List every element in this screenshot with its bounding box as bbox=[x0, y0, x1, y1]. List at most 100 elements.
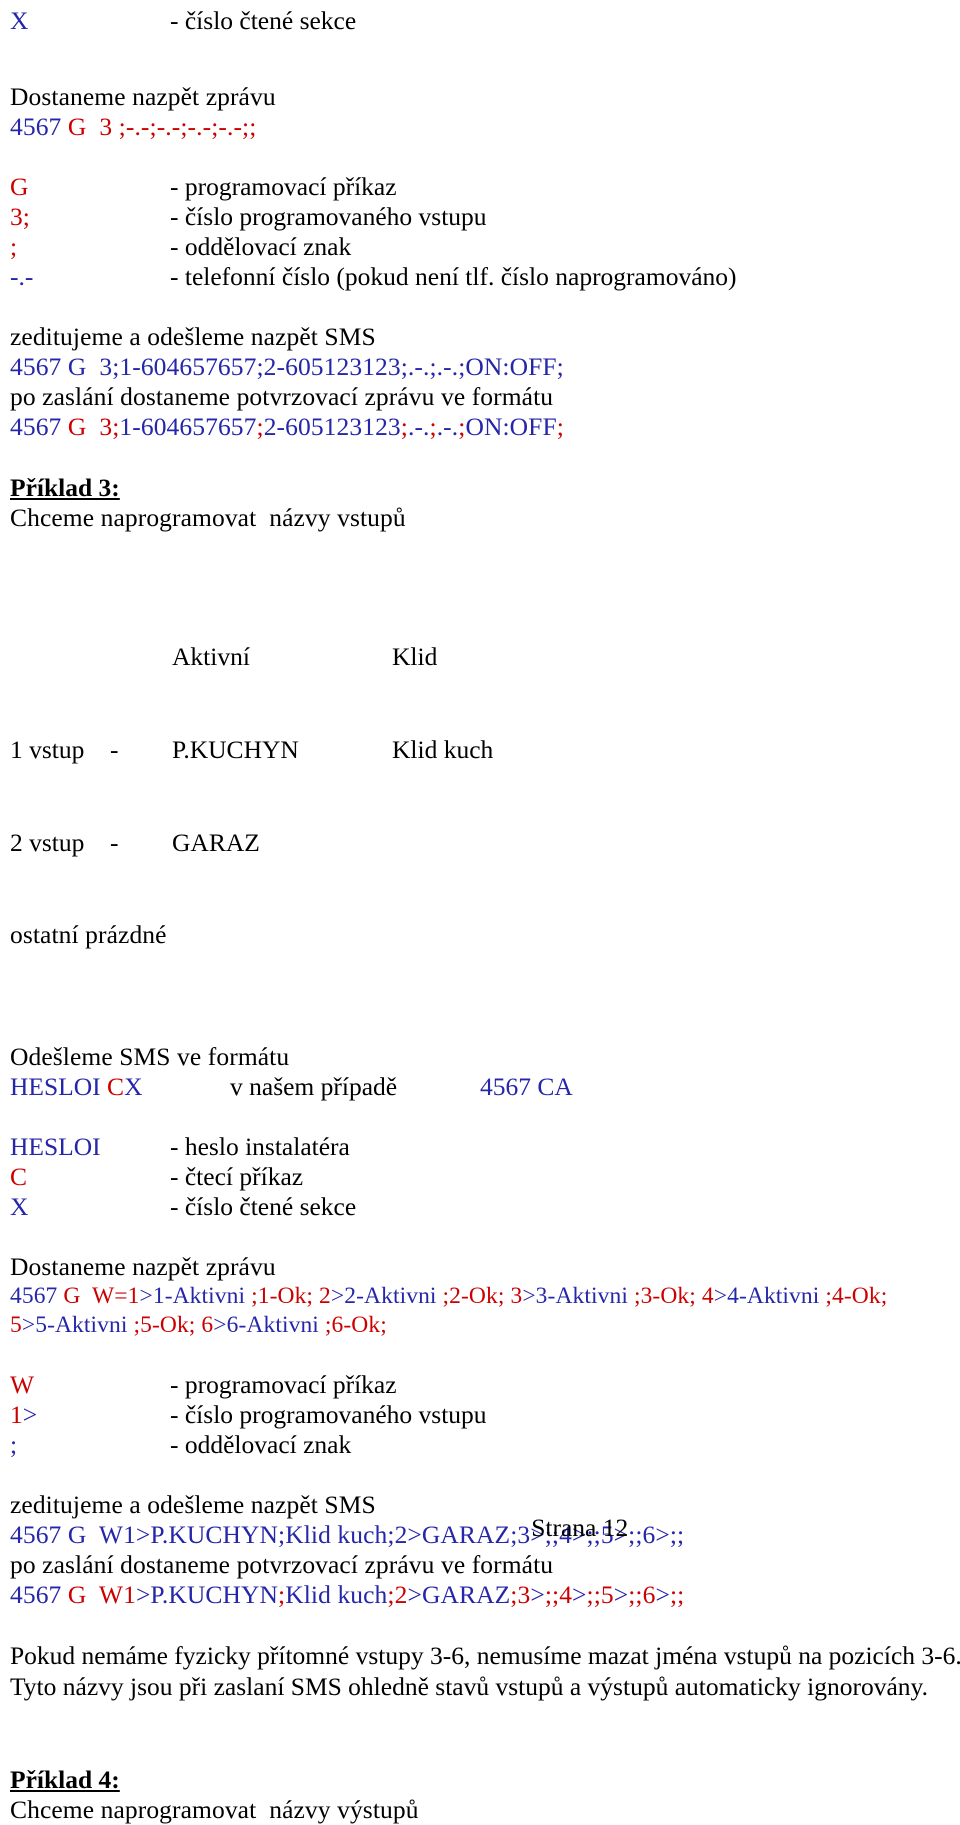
reply2b-gt-5: >5-Aktivni bbox=[21, 1312, 134, 1338]
reply2b-sep-6: ;6-Ok; bbox=[324, 1312, 387, 1338]
c2-s4: ;; bbox=[544, 1580, 560, 1609]
reply2-sep-1: ;1-Ok; bbox=[251, 1283, 320, 1309]
send-format-example: 4567 CA bbox=[480, 1072, 573, 1101]
note-line-2: Tyto názvy jsou při zaslaní SMS ohledně … bbox=[10, 1672, 928, 1701]
example3-heading: Příklad 3: bbox=[10, 473, 120, 502]
legend-desc-heslo: - heslo instalatéra bbox=[170, 1132, 350, 1161]
edit-sms-1: 4567 G 3;1-604657657;2-605123123;.-.;.-.… bbox=[10, 352, 564, 381]
send-format-row: HESLOI CX v našem případě 4567 CA bbox=[10, 1072, 954, 1102]
table-cell-dash: - bbox=[110, 735, 119, 764]
example3-subtitle: Chceme naprogramovat názvy vstupů bbox=[10, 503, 406, 532]
confirm-body-2: 2-605123123 bbox=[263, 412, 401, 441]
reply2-w: W=1 bbox=[92, 1283, 140, 1309]
c2-s7: ;; bbox=[669, 1580, 685, 1609]
send-section: X bbox=[124, 1072, 143, 1101]
legend-row-w: W - programovací příkaz bbox=[10, 1370, 954, 1400]
reply2-sep-2: ;2-Ok; bbox=[442, 1283, 511, 1309]
example4-heading: Příklad 4: bbox=[10, 1765, 120, 1794]
confirm-cmd: G bbox=[67, 412, 87, 441]
c2-b2: >GARAZ bbox=[407, 1580, 511, 1609]
reply2-num: 4567 bbox=[10, 1283, 58, 1309]
confirm-sep-2: ; bbox=[256, 412, 264, 441]
c2-i6: 6 bbox=[642, 1580, 656, 1609]
reply2-cmd: G bbox=[63, 1283, 81, 1309]
legend-term-heslo: HESLOI bbox=[10, 1132, 101, 1161]
legend-term-separator: ; bbox=[10, 232, 18, 261]
c2-w: W1 bbox=[98, 1580, 136, 1609]
legend-term-phone: -.- bbox=[10, 262, 34, 291]
legend-row-x2: X - číslo čtené sekce bbox=[10, 1192, 954, 1222]
legend-desc-g: - programovací příkaz bbox=[170, 172, 397, 201]
c2-s5: ;; bbox=[586, 1580, 601, 1609]
table-header-blank bbox=[10, 641, 110, 672]
confirm-sms-2: 4567 G W1>P.KUCHYN;Klid kuch;2>GARAZ;3>;… bbox=[10, 1580, 954, 1610]
table-cell-label: 2 vstup bbox=[10, 828, 85, 857]
confirm-input: 3 bbox=[99, 412, 113, 441]
legend-term-1gt: 1> bbox=[10, 1400, 38, 1429]
edit-intro-1: zeditujeme a odešleme nazpět SMS bbox=[10, 322, 376, 351]
legend-row-input-number: 3; - číslo programovaného vstupu bbox=[10, 202, 954, 232]
legend-term-w: W bbox=[10, 1370, 35, 1399]
send-password: HESLOI bbox=[10, 1072, 101, 1101]
c2-num: 4567 bbox=[10, 1580, 62, 1609]
confirm-body-4: .-. bbox=[436, 412, 459, 441]
c2-gt1: >P.KUCHYN bbox=[135, 1580, 279, 1609]
legend-row-sep2: ; - oddělovací znak bbox=[10, 1430, 954, 1460]
table-row: 2 vstup - GARAZ bbox=[10, 827, 954, 858]
send-read-command: C bbox=[107, 1072, 125, 1101]
note-line-1: Pokud nemáme fyzicky přítomné vstupy 3-6… bbox=[10, 1641, 960, 1670]
legend-desc-sep2: - oddělovací znak bbox=[170, 1430, 352, 1459]
reply2b-idx-6: 6 bbox=[201, 1312, 214, 1338]
table-cell-label: 1 vstup bbox=[10, 735, 85, 764]
table-header-blank-2 bbox=[110, 641, 172, 672]
c2-b1: Klid kuch bbox=[285, 1580, 388, 1609]
legend-row-g: G - programovací příkaz bbox=[10, 172, 954, 202]
c2-b3: > bbox=[530, 1580, 545, 1609]
table-header-row: Aktivní Klid bbox=[10, 641, 954, 672]
reply-intro-1: Dostaneme nazpět zprávu bbox=[10, 82, 276, 111]
reply-rest: 3 ;-.-;-.-;-.-;-.-;; bbox=[99, 112, 257, 141]
reply-message-1: 4567 G 3 ;-.-;-.-;-.-;-.-;; bbox=[10, 112, 954, 142]
reply2-gt-2: >2-Aktivni bbox=[330, 1283, 443, 1309]
reply2b-sep-5: ;5-Ok; bbox=[133, 1312, 202, 1338]
c2-i3: 3 bbox=[517, 1580, 531, 1609]
legend-desc-input-number: - číslo programovaného vstupu bbox=[170, 202, 487, 231]
reply2-idx-4: 4 bbox=[701, 1283, 714, 1309]
page-number: Strana 12 bbox=[531, 1513, 629, 1542]
legend-term-sep2: ; bbox=[10, 1430, 18, 1459]
example4-heading-wrap: Příklad 4: bbox=[10, 1764, 954, 1795]
reply2b-gt-6: >6-Aktivni bbox=[213, 1312, 325, 1338]
reply2-gt-4: >4-Aktivni bbox=[713, 1283, 826, 1309]
legend-desc-phone: - telefonní číslo (pokud není tlf. číslo… bbox=[170, 262, 737, 291]
legend-desc-c: - čtecí příkaz bbox=[170, 1162, 304, 1191]
table-row: 1 vstup - P.KUCHYN Klid kuch bbox=[10, 734, 954, 765]
c2-b5: > bbox=[613, 1580, 629, 1609]
send-format-command: HESLOI CX bbox=[10, 1072, 230, 1102]
c2-i4: 4 bbox=[559, 1580, 573, 1609]
table-note: ostatní prázdné bbox=[10, 920, 167, 949]
legend-desc-separator: - oddělovací znak bbox=[170, 232, 352, 261]
legend-row-separator: ; - oddělovací znak bbox=[10, 232, 954, 262]
confirm-sep-4: ; bbox=[429, 412, 437, 441]
reply2-gt-1: >1-Aktivni bbox=[139, 1283, 252, 1309]
legend-desc-x: - číslo čtené sekce bbox=[170, 6, 357, 35]
legend-term-c: C bbox=[10, 1162, 28, 1191]
legend-term-x2: X bbox=[10, 1192, 29, 1221]
confirm-sep-6: ; bbox=[556, 412, 564, 441]
legend-term-g: G bbox=[10, 172, 29, 201]
legend-row-c: C - čtecí příkaz bbox=[10, 1162, 954, 1192]
legend-desc-x2: - číslo čtené sekce bbox=[170, 1192, 357, 1221]
input-names-table: Aktivní Klid 1 vstup - P.KUCHYN Klid kuc… bbox=[10, 579, 954, 1012]
confirm-body-3: .-. bbox=[407, 412, 430, 441]
document-page: X - číslo čtené sekce Dostaneme nazpět z… bbox=[0, 0, 960, 1824]
reply-command: G bbox=[67, 112, 87, 141]
send-intro: Odešleme SMS ve formátu bbox=[10, 1042, 290, 1071]
legend-term-input-number: 3; bbox=[10, 202, 30, 231]
